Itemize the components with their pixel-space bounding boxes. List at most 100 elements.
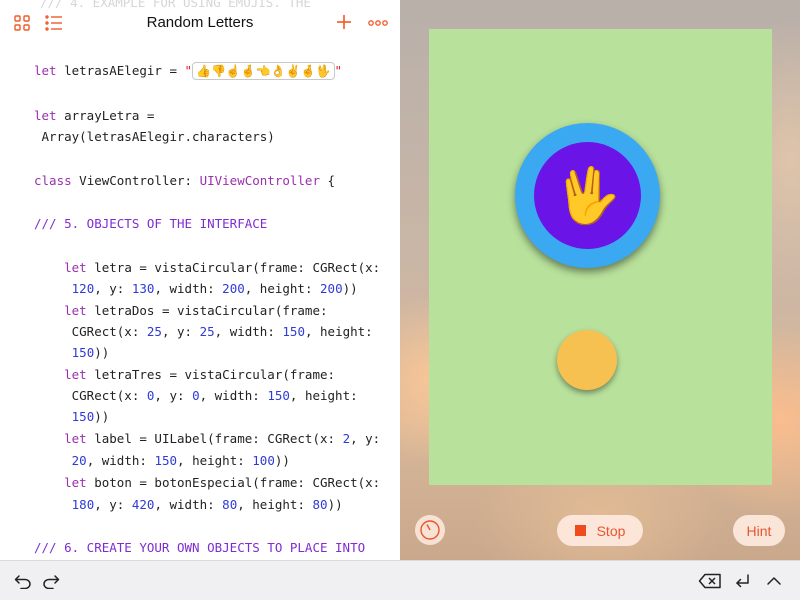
code-token: letrasAElegir = bbox=[56, 63, 185, 78]
code-token: let bbox=[34, 63, 57, 78]
code-token: , height: bbox=[177, 453, 253, 468]
code-token: letra = vistaCircular(frame: CGRect(x: bbox=[86, 260, 381, 275]
plus-icon[interactable] bbox=[335, 13, 353, 31]
shortcut-bar bbox=[0, 560, 800, 600]
code-token: label = UILabel(frame: CGRect(x: bbox=[86, 431, 343, 446]
code-line[interactable]: 180, y: 420, width: 80, height: 80)) bbox=[34, 496, 343, 514]
code-token: boton = botonEspecial(frame: CGRect(x: bbox=[86, 475, 381, 490]
code-token: let bbox=[64, 260, 87, 275]
code-token: /// 5. OBJECTS OF THE INTERFACE bbox=[34, 216, 268, 231]
code-token: , width: bbox=[154, 281, 223, 296]
code-token: letraTres = vistaCircular(frame: bbox=[86, 367, 336, 382]
code-token: 80 bbox=[222, 497, 238, 512]
code-token: 25 bbox=[146, 324, 162, 339]
code-line[interactable]: 120, y: 130, width: 200, height: 200)) bbox=[34, 280, 358, 298]
code-token: class bbox=[34, 173, 72, 188]
code-token: let bbox=[64, 475, 87, 490]
emoji-literal-token[interactable]: 👍👎☝️🤞👈👌✌️🤞🖖 bbox=[192, 62, 335, 80]
code-token: Array(letrasAElegir.characters) bbox=[34, 129, 275, 144]
code-token: " bbox=[334, 63, 343, 78]
speedometer-icon[interactable] bbox=[415, 515, 445, 545]
hint-label: Hint bbox=[746, 522, 772, 539]
code-token: , y: bbox=[350, 431, 381, 446]
undo-icon[interactable] bbox=[12, 571, 34, 591]
code-token: )) bbox=[94, 345, 110, 360]
code-line[interactable]: 150)) bbox=[34, 344, 110, 362]
code-token: 0 bbox=[192, 388, 200, 403]
live-view-pane: 🖖 Stop Hint bbox=[400, 0, 800, 560]
code-line[interactable]: Array(letrasAElegir.characters) bbox=[34, 128, 275, 146]
code-token: 25 bbox=[199, 324, 215, 339]
code-line[interactable]: let letra = vistaCircular(frame: CGRect(… bbox=[34, 259, 380, 277]
code-token: 420 bbox=[131, 497, 155, 512]
code-line[interactable]: let letrasAElegir = " 👍👎☝️🤞👈👌✌️🤞🖖 " bbox=[34, 62, 342, 80]
code-token: )) bbox=[274, 453, 290, 468]
stop-button[interactable]: Stop bbox=[557, 515, 643, 546]
vulcan-salute-emoji: 🖖 bbox=[553, 163, 622, 227]
redo-icon[interactable] bbox=[40, 571, 62, 591]
code-token: )) bbox=[94, 409, 110, 424]
code-token: 130 bbox=[131, 281, 155, 296]
code-token: , y: bbox=[154, 388, 193, 403]
code-token: let bbox=[64, 431, 87, 446]
letter-circle-outer: 🖖 bbox=[515, 123, 660, 268]
stop-icon bbox=[574, 525, 586, 536]
code-token: , width: bbox=[86, 453, 155, 468]
code-line[interactable]: /// 5. OBJECTS OF THE INTERFACE bbox=[34, 215, 267, 233]
code-token: 150 bbox=[154, 453, 178, 468]
code-token: 150 bbox=[282, 324, 305, 339]
code-line[interactable]: let label = UILabel(frame: CGRect(x: 2, … bbox=[34, 430, 380, 448]
code-line[interactable]: CGRect(x: 25, y: 25, width: 150, height: bbox=[34, 323, 373, 341]
code-line[interactable]: CGRect(x: 0, y: 0, width: 150, height: bbox=[34, 387, 358, 405]
return-icon[interactable] bbox=[732, 571, 754, 591]
code-token: ViewController: bbox=[71, 173, 200, 188]
delete-icon[interactable] bbox=[698, 571, 722, 591]
stop-label: Stop bbox=[596, 522, 626, 539]
list-icon[interactable] bbox=[45, 14, 63, 32]
code-token: )) bbox=[327, 497, 343, 512]
code-line[interactable]: 150)) bbox=[34, 408, 110, 426]
code-token: 2 bbox=[342, 431, 351, 446]
code-token: , height: bbox=[237, 497, 313, 512]
code-editor-pane[interactable]: /// 4. EXAMPLE FOR USING EMOJIS. THE Ran… bbox=[0, 0, 400, 560]
chevron-up-icon[interactable] bbox=[763, 571, 785, 591]
code-token: UIViewController bbox=[199, 173, 320, 188]
editor-toolbar: Random Letters bbox=[0, 0, 400, 46]
code-token: 150 bbox=[71, 409, 95, 424]
code-line[interactable]: let boton = botonEspecial(frame: CGRect(… bbox=[34, 474, 380, 492]
code-line[interactable]: let letraTres = vistaCircular(frame: bbox=[34, 366, 335, 384]
hint-button[interactable]: Hint bbox=[733, 515, 785, 546]
more-icon[interactable] bbox=[368, 14, 388, 32]
live-view-canvas: 🖖 bbox=[429, 29, 772, 485]
code-line[interactable]: class ViewController: UIViewController { bbox=[34, 172, 335, 190]
code-token: " bbox=[184, 63, 193, 78]
code-line[interactable]: let letraDos = vistaCircular(frame: bbox=[34, 302, 327, 320]
code-token: 180 bbox=[71, 497, 95, 512]
code-token: , height: bbox=[244, 281, 321, 296]
code-token: 20 bbox=[71, 453, 87, 468]
code-token: , height: bbox=[304, 324, 373, 339]
code-token: , y: bbox=[94, 281, 132, 296]
code-line[interactable]: 20, width: 150, height: 100)) bbox=[34, 452, 290, 470]
code-token: 80 bbox=[312, 497, 328, 512]
grid-icon[interactable] bbox=[13, 14, 31, 32]
code-token: 120 bbox=[71, 281, 95, 296]
code-token: 150 bbox=[267, 388, 290, 403]
special-button-circle[interactable] bbox=[557, 330, 617, 390]
code-token: , y: bbox=[161, 324, 200, 339]
code-line[interactable]: let arrayLetra = bbox=[34, 107, 154, 125]
code-token: 100 bbox=[252, 453, 275, 468]
code-line[interactable]: /// 6. CREATE YOUR OWN OBJECTS TO PLACE … bbox=[34, 539, 365, 557]
code-token: CGRect(x: bbox=[34, 388, 147, 403]
code-token: CGRect(x: bbox=[34, 324, 147, 339]
code-token: , width: bbox=[214, 324, 283, 339]
